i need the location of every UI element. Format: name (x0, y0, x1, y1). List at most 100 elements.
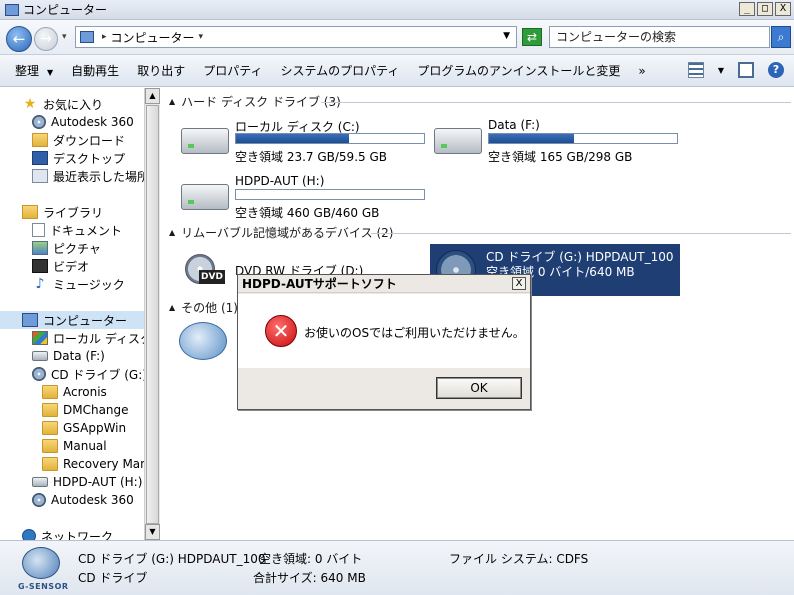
eject-button[interactable]: 取り出す (137, 62, 185, 79)
drive-c[interactable]: ローカル ディスク (C:) 空き領域 23.7 GB/59.5 GB (181, 118, 426, 168)
system-properties-button[interactable]: システムのプロパティ (280, 62, 399, 79)
address-dropdown-icon[interactable]: ▼ (503, 31, 510, 41)
computer-icon (5, 3, 19, 16)
details-name: CD ドライブ (G:) HDPDAUT_100 (78, 552, 266, 566)
collapse-icon[interactable]: ▲ (169, 303, 175, 312)
scroll-up-icon[interactable]: ▲ (145, 88, 160, 104)
nav-label: HDPD-AUT (H:) (53, 475, 143, 489)
drive-f[interactable]: Data (F:) 空き領域 165 GB/298 GB (434, 118, 679, 168)
nav-label: Recovery Manag (63, 457, 144, 471)
chevron-down-icon[interactable]: ▼ (718, 66, 724, 75)
network-icon (22, 529, 36, 540)
change-view-icon[interactable] (687, 62, 704, 78)
nav-label: ライブラリ (43, 205, 104, 220)
dialog-close-button[interactable]: X (512, 277, 526, 290)
chevron-down-icon[interactable]: ▾ (199, 32, 204, 42)
command-bar: 整理 ▼ 自動再生 取り出す プロパティ システムのプロパティ プログラムのアンイ… (0, 55, 794, 87)
nav-item-gsappwin[interactable]: GSAppWin (42, 419, 126, 437)
dialog-body: ✕ お使いのOSではご利用いただけません。 (238, 294, 530, 368)
nav-item-autodesk360[interactable]: Autodesk 360 (32, 113, 134, 131)
computer-icon (80, 31, 94, 43)
nav-item-dmchange[interactable]: DMChange (42, 401, 129, 419)
usage-bar (235, 189, 425, 200)
nav-item-computer[interactable]: コンピューター (0, 311, 144, 329)
preview-pane-icon[interactable] (738, 62, 754, 78)
toolbar-right: ▼ ? (687, 62, 784, 78)
organize-label: 整理 (15, 64, 40, 78)
drive-h[interactable]: HDPD-AUT (H:) 空き領域 460 GB/460 GB (181, 174, 426, 224)
back-arrow-icon[interactable]: ← (6, 26, 32, 52)
refresh-icon[interactable]: ⇄ (522, 28, 542, 46)
nav-label: お気に入り (43, 97, 104, 112)
address-bar[interactable]: ▸ コンピューター ▾ ▼ (75, 26, 517, 48)
nav-label: 最近表示した場所 (53, 169, 144, 184)
computer-icon (22, 313, 38, 327)
breadcrumb-computer[interactable]: コンピューター (111, 29, 195, 46)
forward-arrow-icon[interactable]: → (34, 27, 58, 51)
properties-button[interactable]: プロパティ (203, 62, 262, 79)
nav-item-local-disk[interactable]: ローカル ディスク (C (32, 329, 144, 347)
nav-item-hdpd-aut[interactable]: HDPD-AUT (H:) (32, 473, 142, 491)
nav-item-recent[interactable]: 最近表示した場所 (32, 167, 144, 185)
scroll-thumb[interactable] (146, 105, 159, 524)
nav-item-videos[interactable]: ビデオ (32, 257, 89, 275)
nav-label: Manual (63, 439, 107, 453)
nav-item-cd-drive[interactable]: CD ドライブ (G:) H (32, 365, 144, 383)
system-drive-icon (32, 331, 48, 345)
search-input[interactable]: コンピューターの検索 (549, 26, 770, 48)
window-controls: _ □ X (739, 2, 791, 16)
collapse-icon[interactable]: ▲ (169, 97, 175, 106)
nav-item-documents[interactable]: ドキュメント (32, 221, 122, 239)
nav-item-libraries[interactable]: ライブラリ (22, 203, 103, 221)
nav-item-desktop[interactable]: デスクトップ (32, 149, 125, 167)
libraries-icon (22, 205, 38, 219)
nav-item-recovery[interactable]: Recovery Manag (42, 455, 144, 473)
nav-item-favorites[interactable]: ★ お気に入り (22, 95, 103, 113)
ok-button[interactable]: OK (436, 377, 522, 399)
hard-drive-icon (32, 351, 48, 361)
dvd-badge: DVD (199, 270, 225, 284)
nav-label: コンピューター (43, 313, 128, 328)
search-icon[interactable]: ⌕ (771, 26, 791, 48)
nav-label: ネットワーク (41, 529, 114, 541)
nav-item-data-f[interactable]: Data (F:) (32, 347, 105, 365)
nav-label: ダウンロード (53, 133, 126, 148)
more-commands-button[interactable]: » (638, 64, 645, 78)
address-row: ← → ▾ ▸ コンピューター ▾ ▼ ⇄ コンピューターの検索 ⌕ (0, 20, 794, 55)
other-item[interactable] (179, 320, 239, 370)
dvd-drive-icon: DVD (181, 252, 227, 294)
drive-name: HDPD-AUT (H:) (235, 174, 325, 188)
nav-item-network[interactable]: ネットワーク (22, 527, 113, 540)
nav-item-music[interactable]: ♪ ミュージック (32, 275, 125, 293)
close-button[interactable]: X (775, 2, 791, 16)
uninstall-button[interactable]: プログラムのアンインストールと変更 (417, 62, 620, 79)
recent-places-icon (32, 169, 48, 183)
collapse-icon[interactable]: ▲ (169, 228, 175, 237)
folder-icon (42, 457, 58, 471)
nav-item-manual[interactable]: Manual (42, 437, 107, 455)
nav-item-autodesk360-b[interactable]: Autodesk 360 (32, 491, 134, 509)
nav-scrollbar[interactable]: ▲ ▼ (144, 88, 160, 540)
history-dropdown-icon[interactable]: ▾ (62, 32, 67, 42)
drive-free-space: 空き領域 23.7 GB/59.5 GB (235, 150, 387, 164)
group-label: ハード ディスク ドライブ (3) (181, 94, 341, 109)
maximize-button[interactable]: □ (757, 2, 773, 16)
help-icon[interactable]: ? (768, 62, 784, 78)
minimize-button[interactable]: _ (739, 2, 755, 16)
video-icon (32, 259, 48, 273)
group-label: リムーバブル記憶域があるデバイス (2) (181, 225, 394, 240)
chevron-down-icon[interactable]: ▸ (102, 32, 107, 42)
autoplay-button[interactable]: 自動再生 (71, 62, 119, 79)
nav-item-acronis[interactable]: Acronis (42, 383, 107, 401)
dialog-title: HDPD-AUTサポートソフト (238, 275, 530, 293)
nav-item-pictures[interactable]: ピクチャ (32, 239, 101, 257)
organize-menu[interactable]: 整理 ▼ (15, 62, 53, 79)
divider (321, 102, 791, 103)
folder-icon (42, 439, 58, 453)
group-header-removable[interactable]: ▲ リムーバブル記憶域があるデバイス (2) (169, 224, 394, 240)
scroll-down-icon[interactable]: ▼ (145, 524, 160, 540)
nav-item-downloads[interactable]: ダウンロード (32, 131, 125, 149)
group-header-hdd[interactable]: ▲ ハード ディスク ドライブ (3) (169, 93, 341, 109)
nav-label: ドキュメント (50, 223, 123, 238)
group-header-other[interactable]: ▲ その他 (1) (169, 299, 238, 315)
